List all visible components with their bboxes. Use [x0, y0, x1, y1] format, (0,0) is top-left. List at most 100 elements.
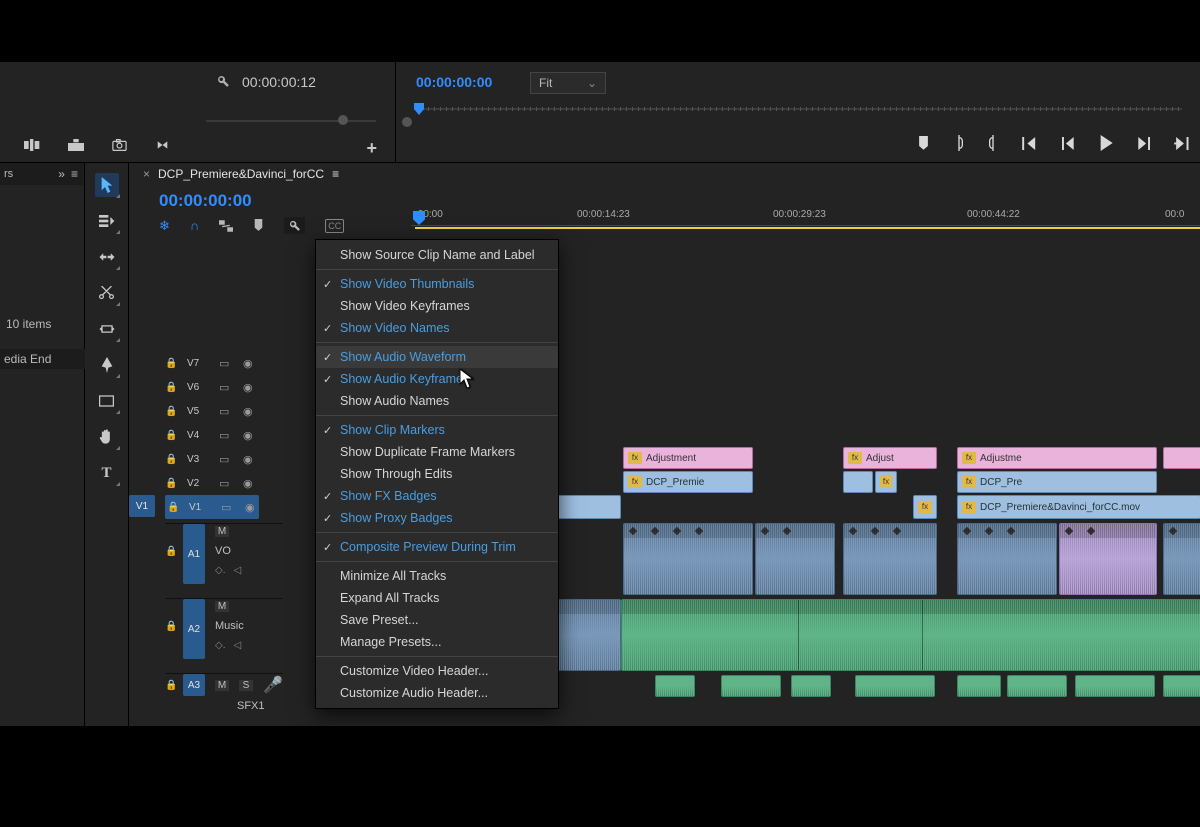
toggle-output-icon[interactable]: ▭ [219, 453, 233, 466]
prev-keyframe-icon[interactable]: ◁ [233, 565, 241, 576]
toggle-sync-lock-icon[interactable]: ◉ [243, 381, 257, 394]
clip-audio[interactable] [1075, 675, 1155, 697]
menu-item[interactable]: Show Through Edits [316, 463, 558, 485]
track-header-v4[interactable]: 🔒V4▭◉ [165, 423, 259, 447]
clip-video[interactable]: fxDCP_Premie [623, 471, 753, 493]
program-scrub-dot[interactable] [402, 117, 412, 127]
menu-item[interactable]: Customize Video Header... [316, 660, 558, 682]
program-playhead[interactable] [414, 103, 424, 115]
ripple-edit-tool-icon[interactable] [95, 245, 119, 269]
mute-toggle[interactable]: M [215, 601, 229, 612]
slip-tool-icon[interactable] [95, 317, 119, 341]
track-header-v1[interactable]: 🔒V1▭◉ [165, 495, 259, 519]
toggle-output-icon[interactable]: ▭ [219, 429, 233, 442]
wrench-icon[interactable] [216, 74, 230, 88]
clip-adjustment[interactable] [1163, 447, 1200, 469]
menu-item[interactable]: Save Preset... [316, 609, 558, 631]
project-column-header[interactable]: edia End [0, 349, 85, 369]
sequence-menu-icon[interactable]: ≡ [332, 167, 339, 181]
toggle-output-icon[interactable]: ▭ [219, 405, 233, 418]
toggle-sync-lock-icon[interactable]: ◉ [243, 405, 257, 418]
toggle-output-icon[interactable]: ▭ [221, 501, 235, 514]
menu-item[interactable]: Show Video Keyframes [316, 295, 558, 317]
menu-item[interactable]: Show Audio Keyframes [316, 368, 558, 390]
clip-video[interactable]: fx [875, 471, 897, 493]
clip-audio[interactable] [957, 523, 1057, 595]
source-patch-v1[interactable]: V1 [129, 495, 155, 517]
pen-tool-icon[interactable] [95, 353, 119, 377]
rectangle-tool-icon[interactable] [95, 389, 119, 413]
add-marker-icon[interactable] [917, 136, 930, 151]
clip-audio[interactable] [655, 675, 695, 697]
prev-keyframe-icon[interactable]: ◁ [233, 640, 241, 651]
track-id[interactable]: A1 [183, 524, 205, 584]
timeline-ruler[interactable]: :00:00 00:00:14:23 00:00:29:23 00:00:44:… [411, 207, 1200, 231]
track-select-tool-icon[interactable] [95, 209, 119, 233]
lock-icon[interactable]: 🔒 [165, 406, 177, 417]
voice-over-icon[interactable]: 🎤 [263, 675, 283, 695]
captions-icon[interactable]: CC [325, 219, 344, 233]
menu-item[interactable]: Customize Audio Header... [316, 682, 558, 704]
menu-item[interactable]: Show Video Names [316, 317, 558, 339]
clip-audio[interactable] [791, 675, 831, 697]
export-frame-icon[interactable] [112, 139, 127, 151]
timeline-timecode[interactable]: 00:00:00:00 [159, 191, 252, 211]
clip-audio[interactable] [843, 523, 937, 595]
clip-audio[interactable] [1163, 675, 1200, 697]
linked-selection-icon[interactable] [155, 139, 170, 151]
toggle-sync-lock-icon[interactable]: ◉ [243, 429, 257, 442]
step-forward-icon[interactable] [1137, 137, 1150, 150]
clip-video[interactable]: fxDCP_Pre [957, 471, 1157, 493]
source-scrubber[interactable] [206, 117, 376, 125]
track-id[interactable]: A3 [183, 674, 205, 696]
track-header-a2[interactable]: 🔒 A2 M Music ◇.◁ [165, 598, 283, 673]
toggle-sync-lock-icon[interactable]: ◉ [243, 453, 257, 466]
add-button-icon[interactable]: + [366, 138, 377, 159]
timeline-display-settings-menu[interactable]: Show Source Clip Name and Label Show Vide… [315, 239, 559, 709]
type-tool-icon[interactable]: T [95, 461, 119, 485]
menu-item[interactable]: Show Duplicate Frame Markers [316, 441, 558, 463]
track-header-v2[interactable]: 🔒V2▭◉ [165, 471, 259, 495]
mark-out-icon[interactable] [988, 135, 998, 151]
lock-icon[interactable]: 🔒 [165, 454, 177, 465]
source-timecode[interactable]: 00:00:00:12 [242, 74, 316, 90]
go-to-out-icon[interactable] [1174, 137, 1190, 150]
program-timecode[interactable]: 00:00:00:00 [416, 74, 492, 90]
menu-item[interactable]: Manage Presets... [316, 631, 558, 653]
mark-in-icon[interactable] [954, 135, 964, 151]
clip-audio[interactable] [1163, 523, 1200, 595]
toggle-sync-lock-icon[interactable]: ◉ [243, 357, 257, 370]
clip-audio[interactable] [721, 675, 781, 697]
snap-icon[interactable]: ∩ [190, 218, 199, 233]
menu-item[interactable]: Show Audio Waveform [316, 346, 558, 368]
clip-adjustment[interactable]: fxAdjustment [623, 447, 753, 469]
sequence-tab[interactable]: × DCP_Premiere&Davinci_forCC ≡ [143, 167, 339, 181]
lock-icon[interactable]: 🔒 [165, 621, 177, 632]
timeline-display-settings-icon[interactable] [284, 217, 305, 234]
menu-item[interactable]: Show Audio Names [316, 390, 558, 412]
menu-item[interactable]: Minimize All Tracks [316, 565, 558, 587]
clip-video[interactable] [843, 471, 873, 493]
menu-item[interactable]: Show Proxy Badges [316, 507, 558, 529]
menu-item[interactable]: Show FX Badges [316, 485, 558, 507]
lock-icon[interactable]: 🔒 [167, 502, 179, 513]
clip-audio[interactable] [621, 599, 1200, 671]
keyframe-mode-icon[interactable]: ◇. [215, 640, 225, 651]
lock-icon[interactable]: 🔒 [165, 478, 177, 489]
track-header-v7[interactable]: 🔒V7▭◉ [165, 351, 259, 375]
toggle-output-icon[interactable]: ▭ [219, 381, 233, 394]
menu-item[interactable]: Show Video Thumbnails [316, 273, 558, 295]
snap-nest-icon[interactable]: ❄ [159, 218, 170, 234]
track-header-v5[interactable]: 🔒V5▭◉ [165, 399, 259, 423]
toggle-sync-lock-icon[interactable]: ◉ [243, 477, 257, 490]
linked-selection-toggle-icon[interactable] [219, 220, 233, 232]
menu-item[interactable]: Show Source Clip Name and Label [316, 244, 558, 266]
clip-audio[interactable] [855, 675, 935, 697]
timeline-playhead[interactable] [413, 211, 425, 225]
toggle-output-icon[interactable]: ▭ [219, 477, 233, 490]
panel-menu-icon[interactable]: ≡ [71, 167, 78, 181]
clip-audio[interactable] [1059, 523, 1157, 595]
add-marker-timeline-icon[interactable] [253, 219, 264, 232]
lock-icon[interactable]: 🔒 [165, 358, 177, 369]
zoom-level-select[interactable]: Fit [530, 72, 606, 94]
